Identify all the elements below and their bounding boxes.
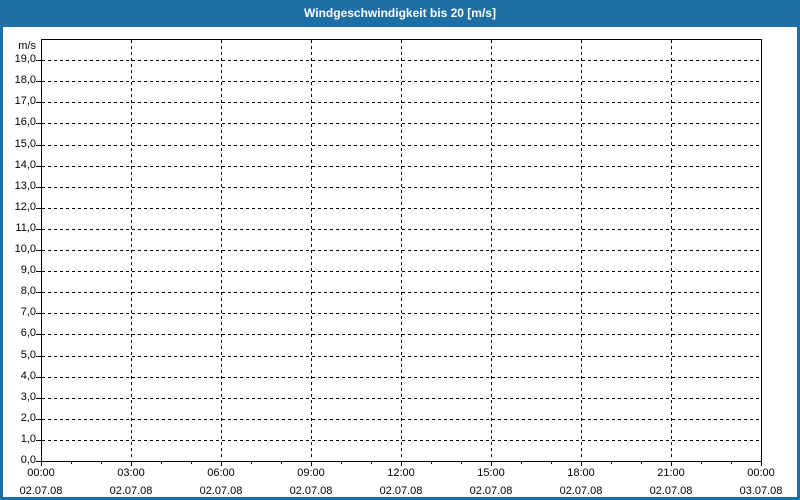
x-axis-date-label: 03.07.08 xyxy=(739,485,783,497)
y-axis-tick-label: 3,0 xyxy=(20,391,36,403)
x-axis-time-label: 00:00 xyxy=(747,467,775,479)
x-axis-date-label: 02.07.08 xyxy=(649,485,693,497)
chart-grid-canvas xyxy=(36,39,762,466)
x-axis-date-label: 02.07.08 xyxy=(19,485,63,497)
y-axis-tick-label: 5,0 xyxy=(20,349,36,361)
x-axis-time-label: 03:00 xyxy=(117,467,145,479)
chart-window: Windgeschwindigkeit bis 20 [m/s] m/s 0,0… xyxy=(0,0,800,500)
y-axis-tick-label: 15,0 xyxy=(14,138,36,150)
x-axis-date-label: 02.07.08 xyxy=(199,485,243,497)
y-axis-tick-label: 12,0 xyxy=(14,201,36,213)
x-axis-date-label: 02.07.08 xyxy=(469,485,513,497)
y-axis-tick-label: 8,0 xyxy=(20,285,36,297)
y-axis-tick-label: 19,0 xyxy=(14,53,36,65)
x-axis-time-label: 09:00 xyxy=(297,467,325,479)
y-axis-tick-label: 18,0 xyxy=(14,74,36,86)
x-axis-time-label: 00:00 xyxy=(27,467,55,479)
x-axis-date-label: 02.07.08 xyxy=(559,485,603,497)
chart-area: m/s 0,0 1,0 2,0 3,0 4,0 5,0 6,0 7,0 8,0 9,0 10,0 11… xyxy=(3,0,797,497)
y-axis-tick-label: 16,0 xyxy=(14,116,36,128)
y-axis-tick-label: 11,0 xyxy=(15,222,36,234)
y-axis-tick-label: 10,0 xyxy=(14,243,36,255)
y-axis-tick-label: 7,0 xyxy=(20,306,36,318)
y-axis-tick-label: 4,0 xyxy=(20,370,36,382)
y-axis-tick-label: 1,0 xyxy=(20,433,36,445)
x-axis-date-label: 02.07.08 xyxy=(109,485,153,497)
y-axis-tick-label: 13,0 xyxy=(14,180,36,192)
x-axis-time-label: 06:00 xyxy=(207,467,235,479)
y-axis-tick-label: 2,0 xyxy=(20,412,36,424)
x-axis-date-label: 02.07.08 xyxy=(289,485,333,497)
x-axis-time-label: 18:00 xyxy=(567,467,595,479)
y-axis-tick-label: 14,0 xyxy=(14,159,36,171)
x-axis-time-label: 12:00 xyxy=(387,467,415,479)
y-axis-tick-label: 6,0 xyxy=(20,327,36,339)
y-axis-tick-label: 9,0 xyxy=(20,264,36,276)
y-axis-unit-label: m/s xyxy=(18,40,36,52)
x-axis-time-label: 15:00 xyxy=(477,467,505,479)
x-axis-date-label: 02.07.08 xyxy=(379,485,423,497)
y-axis-tick-label: 17,0 xyxy=(14,95,36,107)
x-axis-time-label: 21:00 xyxy=(657,467,685,479)
